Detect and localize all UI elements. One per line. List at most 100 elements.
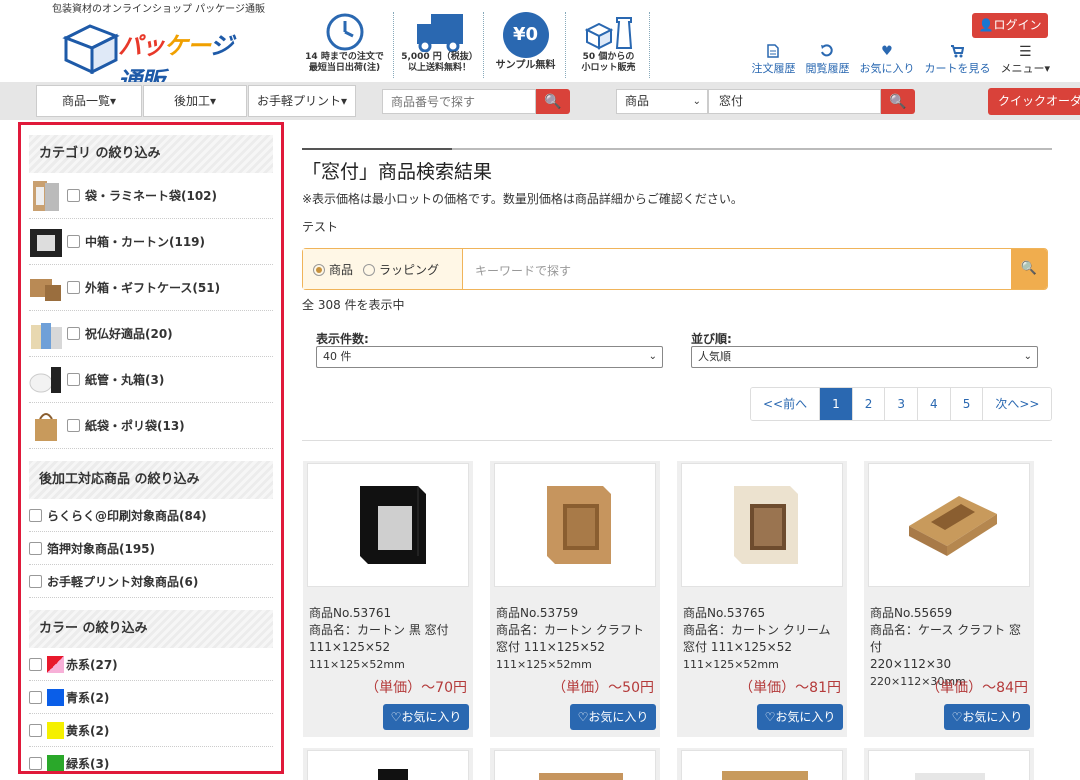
- category-item[interactable]: 紙管・丸箱(3): [29, 357, 273, 403]
- nav-products-button[interactable]: 商品一覧▾: [36, 85, 142, 117]
- product-image[interactable]: [868, 750, 1030, 780]
- pager-prev[interactable]: <<前へ: [751, 388, 821, 420]
- nav-processing-button[interactable]: 後加工▾: [143, 85, 247, 117]
- radio-product[interactable]: 商品: [313, 261, 353, 278]
- color-item[interactable]: 赤系(27): [29, 648, 273, 681]
- favorite-button[interactable]: ♡お気に入り: [757, 704, 843, 730]
- product-card[interactable]: 商品No.53759 商品名：カートン クラフト 窓付 111×125×52 1…: [490, 461, 660, 737]
- cart-link[interactable]: カートを見る: [924, 44, 990, 76]
- product-card[interactable]: [490, 748, 660, 780]
- yellow-swatch: [47, 721, 64, 739]
- keyword-input[interactable]: キーワードで探す: [475, 262, 571, 279]
- pager-page-3[interactable]: 3: [885, 388, 919, 420]
- product-number-search-input[interactable]: [382, 89, 536, 114]
- product-image[interactable]: [681, 750, 843, 780]
- radio-wrapping[interactable]: ラッピング: [363, 261, 439, 278]
- color-checkbox[interactable]: [29, 756, 42, 770]
- menu-link[interactable]: ☰ メニュー▾: [1000, 44, 1050, 76]
- product-size: 220×112×30: [870, 657, 952, 671]
- product-name: 商品名：ケース クラフト 窓付: [870, 623, 1022, 654]
- category-checkbox[interactable]: [67, 281, 80, 294]
- pager-page-5[interactable]: 5: [950, 388, 984, 420]
- process-checkbox[interactable]: [29, 508, 42, 522]
- site-tagline: 包装資材のオンラインショップ パッケージ通販: [52, 4, 265, 15]
- category-item[interactable]: 中箱・カートン(119): [29, 219, 273, 265]
- history-icon: [805, 44, 849, 60]
- product-image[interactable]: [868, 463, 1030, 587]
- keyword-submit-button[interactable]: 🔍: [1011, 249, 1047, 289]
- color-item[interactable]: 黄系(2): [29, 714, 273, 747]
- product-number: 商品No.55659: [870, 606, 953, 620]
- keyword-search-button[interactable]: 🔍: [881, 89, 915, 114]
- view-history-link[interactable]: 閲覧履歴: [805, 44, 849, 76]
- login-button[interactable]: 👤ログイン: [972, 13, 1048, 38]
- color-item[interactable]: 青系(2): [29, 681, 273, 714]
- process-checkbox[interactable]: [29, 574, 42, 588]
- site-header: 包装資材のオンラインショップ パッケージ通販 パッケージ通販 14 時までの注文…: [0, 0, 1080, 95]
- product-card[interactable]: [677, 748, 847, 780]
- category-checkbox[interactable]: [67, 419, 80, 432]
- category-checkbox[interactable]: [67, 189, 80, 202]
- heart-icon: ♥: [881, 44, 893, 59]
- product-image[interactable]: [307, 750, 469, 780]
- test-text: テスト: [302, 220, 339, 234]
- product-image[interactable]: [307, 463, 469, 587]
- category-checkbox[interactable]: [67, 235, 80, 248]
- process-filter-heading: 後加工対応商品 の絞り込み: [29, 461, 273, 499]
- cart-icon: [924, 44, 990, 60]
- favorite-button[interactable]: ♡お気に入り: [944, 704, 1030, 730]
- search-type-radios: 商品 ラッピング: [303, 249, 463, 289]
- header-links: 注文履歴 閲覧履歴 ♥ お気に入り カートを見る ☰ メニュー▾: [751, 44, 1050, 76]
- favorite-button[interactable]: ♡お気に入り: [570, 704, 656, 730]
- product-card[interactable]: [303, 748, 473, 780]
- box-logo-icon: [62, 24, 120, 74]
- per-page-label: 表示件数:: [316, 332, 369, 346]
- color-item[interactable]: 緑系(3): [29, 747, 273, 771]
- product-card[interactable]: 商品No.53761 商品名：カートン 黒 窓付 111×125×52 111×…: [303, 461, 473, 737]
- order-history-link[interactable]: 注文履歴: [751, 44, 795, 76]
- color-checkbox[interactable]: [29, 723, 42, 737]
- product-image[interactable]: [494, 463, 656, 587]
- quick-order-button[interactable]: クイックオーダー: [988, 88, 1080, 135]
- favorites-link[interactable]: ♥ お気に入り: [859, 44, 914, 76]
- color-checkbox[interactable]: [29, 690, 42, 704]
- per-page-select[interactable]: 40 件 ⌄: [316, 346, 663, 368]
- pager-page-1[interactable]: 1: [820, 388, 853, 420]
- product-number-search-button[interactable]: 🔍: [536, 89, 570, 114]
- site-logo[interactable]: パッケージ通販: [60, 16, 250, 95]
- category-item[interactable]: 外箱・ギフトケース(51): [29, 265, 273, 311]
- product-card[interactable]: 商品No.53765 商品名：カートン クリーム 窓付 111×125×52 1…: [677, 461, 847, 737]
- category-item[interactable]: 袋・ラミネート袋(102): [29, 173, 273, 219]
- pager-next[interactable]: 次へ>>: [983, 388, 1052, 420]
- category-item[interactable]: 祝仏好適品(20): [29, 311, 273, 357]
- product-image[interactable]: [681, 463, 843, 587]
- process-item[interactable]: お手軽プリント対象商品(6): [29, 565, 273, 598]
- product-card[interactable]: [864, 748, 1034, 780]
- price-note: ※表示価格は最小ロットの価格です。数量別価格は商品詳細からご確認ください。: [302, 192, 743, 206]
- nav-print-button[interactable]: お手軽プリント▾: [248, 85, 356, 117]
- pager-page-4[interactable]: 4: [918, 388, 951, 420]
- product-number: 商品No.53759: [496, 606, 579, 620]
- chevron-down-icon: ⌄: [648, 351, 657, 362]
- category-item[interactable]: 紙袋・ポリ袋(13): [29, 403, 273, 449]
- filter-sidebar: カテゴリ の絞り込み 袋・ラミネート袋(102) 中箱・カートン(119) 外箱…: [18, 122, 284, 774]
- page-title: 「窓付」商品検索結果: [302, 161, 493, 183]
- product-card[interactable]: 商品No.55659 商品名：ケース クラフト 窓付 220×112×30 22…: [864, 461, 1034, 737]
- color-checkbox[interactable]: [29, 657, 42, 671]
- product-image[interactable]: [494, 750, 656, 780]
- process-checkbox[interactable]: [29, 541, 42, 555]
- category-checkbox[interactable]: [67, 373, 80, 386]
- category-checkbox[interactable]: [67, 327, 80, 340]
- divider: [302, 440, 1052, 441]
- keyword-search-input[interactable]: 窓付: [708, 89, 881, 114]
- process-item[interactable]: らくらく@印刷対象商品(84): [29, 499, 273, 532]
- sort-select[interactable]: 人気順 ⌄: [691, 346, 1038, 368]
- feature-free-shipping: 5,000 円（税抜） 以上送料無料！: [396, 12, 484, 78]
- product-size: 111×125×52: [309, 640, 391, 654]
- document-icon: [751, 44, 795, 60]
- favorite-button[interactable]: ♡お気に入り: [383, 704, 469, 730]
- process-item[interactable]: 箔押対象商品(195): [29, 532, 273, 565]
- search-scope-select[interactable]: 商品 ⌄: [616, 89, 708, 114]
- green-swatch: [47, 754, 64, 771]
- pager-page-2[interactable]: 2: [852, 388, 886, 420]
